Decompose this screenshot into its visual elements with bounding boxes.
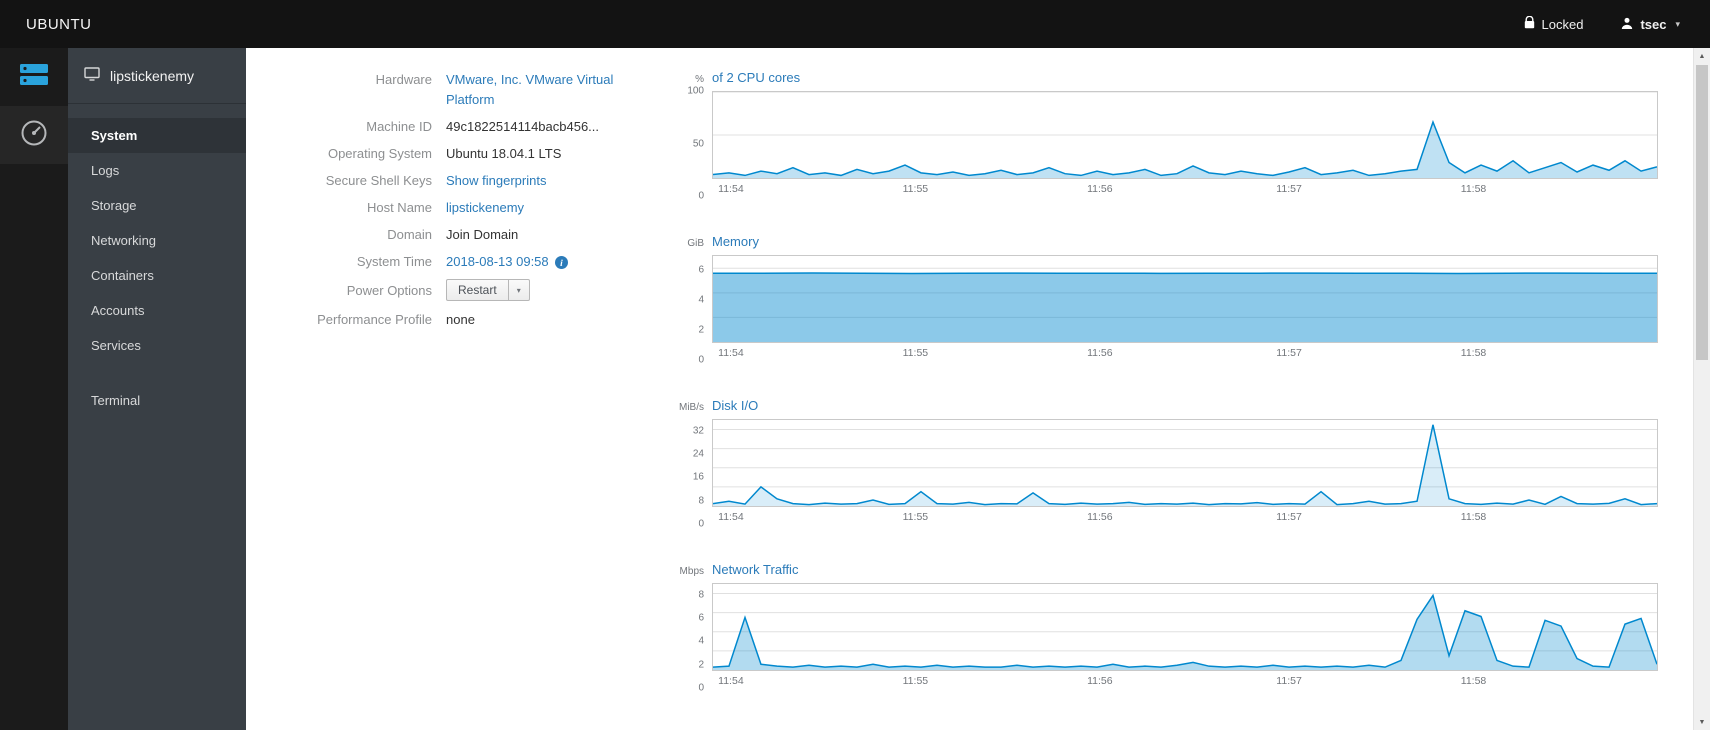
chart-unit-label: MiB/s	[679, 402, 704, 413]
system-time-link[interactable]: 2018-08-13 09:58	[446, 252, 549, 272]
detail-label: Performance Profile	[317, 312, 432, 327]
detail-row-ssh: Secure Shell Keys Show fingerprints	[276, 171, 676, 191]
detail-label: Domain	[387, 227, 432, 242]
nav-item-logs[interactable]: Logs	[68, 153, 246, 188]
nav-item-containers[interactable]: Containers	[68, 258, 246, 293]
chart-unit-label: Mbps	[679, 566, 704, 577]
network-traffic-chart: Mbps Network Traffic 02468 11:54 11:55 11:…	[676, 562, 1658, 694]
chart-x-labels: 11:54 11:55 11:56 11:57 11:58	[718, 511, 1487, 523]
nav-item-terminal[interactable]: Terminal	[68, 383, 246, 418]
chart-y-labels: 0 8 16 24 32	[692, 425, 704, 530]
nav-item-storage[interactable]: Storage	[68, 188, 246, 223]
chart-unit-label: GiB	[687, 238, 704, 249]
nav-list: System Logs Storage Networking Container…	[68, 118, 246, 418]
disk-io-chart: MiB/s Disk I/O 0 8 16 24 32 11:54 11:55 11:56 1…	[676, 398, 1658, 530]
nav-item-label: Logs	[91, 163, 120, 178]
scrollbar[interactable]: ▲ ▼	[1693, 48, 1710, 730]
detail-label: Machine ID	[366, 119, 432, 134]
scrollbar-thumb[interactable]	[1696, 65, 1708, 360]
chart-x-labels: 11:54 11:55 11:56 11:57 11:58	[718, 675, 1487, 687]
detail-row-machine-id: Machine ID 49c1822514114bacb456...	[276, 117, 676, 137]
nav-item-label: Services	[91, 338, 141, 353]
chart-title-memory[interactable]: Memory	[712, 234, 759, 249]
detail-row-os: Operating System Ubuntu 18.04.1 LTS	[276, 144, 676, 164]
detail-label: Hardware	[375, 72, 432, 87]
detail-row-domain: Domain Join Domain	[276, 225, 676, 245]
lock-status-label: Locked	[1541, 16, 1584, 32]
top-bar: UBUNTU Locked tsec ▾	[0, 0, 1710, 48]
chart-y-labels: 02468	[698, 589, 704, 694]
nav-item-label: System	[91, 128, 138, 143]
nav-item-label: Accounts	[91, 303, 145, 318]
scroll-up-arrow[interactable]: ▲	[1694, 48, 1710, 64]
nav-item-label: Storage	[91, 198, 137, 213]
detail-row-profile: Performance Profile none	[276, 310, 676, 330]
host-icon	[84, 67, 100, 84]
chart-title-cpu[interactable]: of 2 CPU cores	[712, 70, 800, 85]
chart-title-network[interactable]: Network Traffic	[712, 562, 798, 577]
chart-title-disk-io[interactable]: Disk I/O	[712, 398, 758, 413]
chart-y-labels: 0246	[698, 264, 704, 366]
svg-text:i: i	[560, 258, 563, 268]
app-dashboard-tab[interactable]	[0, 106, 68, 164]
nav-item-accounts[interactable]: Accounts	[68, 293, 246, 328]
user-name: tsec	[1640, 16, 1667, 32]
host-selector[interactable]: lipstickenemy	[68, 48, 246, 104]
hostname-link[interactable]: lipstickenemy	[446, 200, 524, 215]
top-bar-actions: Locked tsec ▾	[1518, 15, 1710, 33]
hardware-link[interactable]: VMware, Inc. VMware Virtual Platform	[446, 72, 613, 107]
nav-item-label: Networking	[91, 233, 157, 248]
system-details: Hardware VMware, Inc. VMware Virtual Pla…	[276, 70, 676, 730]
chart-plot[interactable]	[712, 91, 1658, 179]
brand-logo: UBUNTU	[26, 15, 92, 33]
cpu-chart: % of 2 CPU cores 0 50 100 11:54 11:55 11:56 1…	[676, 70, 1658, 202]
power-options-button-group: Restart ▾	[446, 279, 530, 301]
restart-dropdown-caret[interactable]: ▾	[508, 279, 530, 301]
machine-id-value: 49c1822514114bacb456...	[446, 119, 600, 134]
user-icon	[1621, 17, 1633, 32]
info-icon[interactable]: i	[554, 255, 568, 269]
detail-label: Host Name	[366, 200, 432, 215]
detail-row-power: Power Options Restart ▾	[276, 279, 676, 303]
detail-row-time: System Time 2018-08-13 09:58 i	[276, 252, 676, 272]
ssh-fingerprints-link[interactable]: Show fingerprints	[446, 173, 546, 188]
lock-icon	[1524, 15, 1535, 32]
usage-charts: % of 2 CPU cores 0 50 100 11:54 11:55 11:56 1…	[676, 70, 1710, 730]
detail-label: Power Options	[346, 283, 432, 298]
user-menu-button[interactable]: tsec ▾	[1615, 16, 1686, 33]
detail-row-hardware: Hardware VMware, Inc. VMware Virtual Pla…	[276, 70, 676, 110]
side-nav: lipstickenemy System Logs Storage Networ…	[68, 48, 246, 730]
server-icon	[19, 62, 49, 93]
system-page: Hardware VMware, Inc. VMware Virtual Pla…	[246, 48, 1710, 730]
os-value: Ubuntu 18.04.1 LTS	[446, 146, 562, 161]
performance-profile-value: none	[446, 312, 475, 327]
lock-status-button[interactable]: Locked	[1518, 15, 1590, 33]
nav-item-networking[interactable]: Networking	[68, 223, 246, 258]
detail-label: Operating System	[327, 146, 432, 161]
app-machines-tab[interactable]	[0, 48, 68, 106]
chart-x-labels: 11:54 11:55 11:56 11:57 11:58	[718, 347, 1487, 359]
detail-row-hostname: Host Name lipstickenemy	[276, 198, 676, 218]
chart-y-labels: 0 50 100	[687, 85, 704, 202]
chart-plot[interactable]	[712, 255, 1658, 343]
chart-x-labels: 11:54 11:55 11:56 11:57 11:58	[718, 183, 1487, 195]
nav-item-system[interactable]: System	[68, 118, 246, 153]
nav-item-label: Terminal	[91, 393, 141, 408]
detail-label: Secure Shell Keys	[325, 173, 432, 188]
chart-unit-label: %	[695, 74, 704, 85]
host-name: lipstickenemy	[110, 67, 195, 84]
memory-chart: GiB Memory 0246 11:54 11:55 11:56 11:57 11:5…	[676, 234, 1658, 366]
restart-button[interactable]: Restart	[446, 279, 509, 301]
chart-plot[interactable]	[712, 419, 1658, 507]
chevron-down-icon: ▾	[1675, 18, 1680, 29]
detail-label: System Time	[356, 254, 432, 269]
nav-item-services[interactable]: Services	[68, 328, 246, 363]
join-domain-link[interactable]: Join Domain	[446, 225, 518, 245]
chart-plot[interactable]	[712, 583, 1658, 671]
scroll-down-arrow[interactable]: ▼	[1694, 714, 1710, 730]
gauge-icon	[20, 119, 48, 152]
nav-item-label: Containers	[91, 268, 154, 283]
app-rail	[0, 48, 68, 730]
